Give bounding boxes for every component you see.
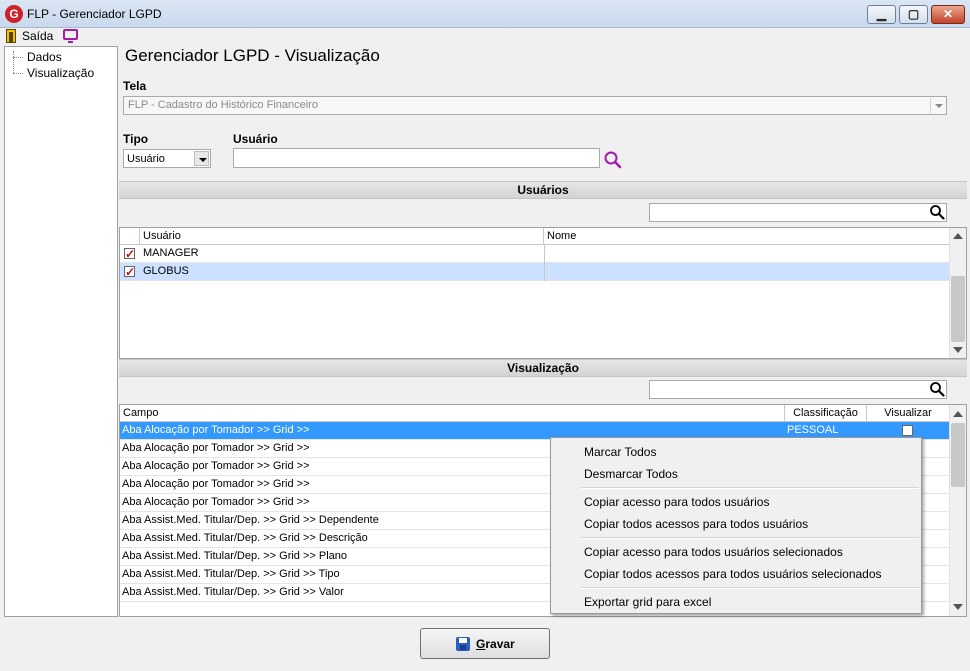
minimize-button[interactable]: ▁	[867, 5, 896, 24]
scroll-down-icon[interactable]	[953, 347, 963, 353]
tipo-select-value: Usuário	[127, 153, 165, 165]
menu-item-copiar-acesso-todos[interactable]: Copiar acesso para todos usuários	[584, 495, 769, 509]
column-header-usuario[interactable]: Usuário	[140, 228, 544, 245]
tipo-select[interactable]: Usuário	[123, 149, 211, 168]
maximize-button[interactable]: ▢	[899, 5, 928, 24]
navigation-tree: Dados Visualização	[4, 46, 118, 617]
cell-campo: Aba Assist.Med. Titular/Dep. >> Grid >> …	[122, 586, 344, 598]
usuario-input[interactable]	[233, 148, 600, 168]
search-icon[interactable]	[603, 150, 623, 170]
visualizar-checkbox[interactable]	[902, 425, 913, 436]
column-header-campo[interactable]: Campo	[120, 405, 785, 422]
tree-connector	[13, 57, 23, 58]
visualizacao-filter-input[interactable]	[649, 380, 947, 399]
grid-header-check	[120, 228, 140, 245]
menu-item-copiar-todos-acessos-selecionados[interactable]: Copiar todos acessos para todos usuários…	[584, 567, 882, 581]
cell-campo: Aba Alocação por Tomador >> Grid >>	[122, 478, 310, 490]
menu-separator	[581, 587, 919, 589]
cell-campo: Aba Assist.Med. Titular/Dep. >> Grid >> …	[122, 514, 379, 526]
cell-campo: Aba Assist.Med. Titular/Dep. >> Grid >> …	[122, 568, 340, 580]
cell-campo: Aba Assist.Med. Titular/Dep. >> Grid >> …	[122, 532, 368, 544]
search-icon[interactable]	[929, 204, 945, 220]
tela-select-value: FLP - Cadastro do Histórico Financeiro	[128, 99, 318, 111]
title-bar: G FLP - Gerenciador LGPD ▁ ▢ ✕	[0, 0, 970, 28]
window-title: FLP - Gerenciador LGPD	[27, 7, 162, 21]
usuarios-scrollbar[interactable]	[949, 228, 966, 358]
cell-campo: Aba Alocação por Tomador >> Grid >>	[122, 496, 310, 508]
menu-item-marcar-todos[interactable]: Marcar Todos	[584, 445, 656, 459]
menu-separator	[581, 537, 919, 539]
row-checkbox[interactable]	[124, 264, 135, 281]
exit-door-icon[interactable]	[6, 29, 16, 43]
usuarios-filter-input[interactable]	[649, 203, 947, 222]
save-button-label: Gravar	[476, 637, 515, 651]
menu-item-desmarcar-todos[interactable]: Desmarcar Todos	[584, 467, 678, 481]
scroll-up-icon[interactable]	[953, 411, 963, 417]
menu-item-exportar-excel[interactable]: Exportar grid para excel	[584, 595, 711, 609]
menu-bar: Saída	[0, 28, 970, 44]
table-row[interactable]: GLOBUS	[120, 263, 950, 281]
tree-connector	[13, 51, 14, 73]
monitor-icon[interactable]	[63, 29, 78, 43]
column-header-classificacao[interactable]: Classificação	[785, 405, 867, 422]
cell-usuario: MANAGER	[143, 247, 199, 259]
scroll-down-icon[interactable]	[953, 604, 963, 610]
scroll-up-icon[interactable]	[953, 233, 963, 239]
usuarios-section-header: Usuários	[119, 181, 967, 199]
cell-campo: Aba Alocação por Tomador >> Grid >>	[122, 460, 310, 472]
visualizacao-scrollbar[interactable]	[949, 405, 966, 616]
save-button[interactable]: Gravar	[420, 628, 550, 659]
tree-connector	[13, 73, 23, 74]
cell-campo: Aba Alocação por Tomador >> Grid >>	[122, 442, 310, 454]
cell-campo: Aba Alocação por Tomador >> Grid >>	[122, 424, 310, 436]
column-header-nome[interactable]: Nome	[544, 228, 950, 245]
usuarios-grid: Usuário Nome MANAGER GLOBUS	[119, 227, 967, 359]
tela-label: Tela	[123, 79, 147, 93]
cell-usuario: GLOBUS	[143, 265, 189, 277]
cell-nome	[544, 245, 950, 263]
row-checkbox[interactable]	[124, 246, 135, 263]
page-title: Gerenciador LGPD - Visualização	[125, 46, 380, 65]
menu-separator	[581, 487, 919, 489]
tree-item-visualizacao[interactable]: Visualização	[27, 66, 94, 80]
scrollbar-thumb[interactable]	[951, 276, 965, 342]
tipo-label: Tipo	[123, 132, 149, 146]
column-header-visualizar[interactable]: Visualizar	[867, 405, 950, 422]
app-logo-icon: G	[5, 5, 23, 23]
menu-item-copiar-acesso-selecionados[interactable]: Copiar acesso para todos usuários seleci…	[584, 545, 843, 559]
floppy-disk-icon	[456, 637, 470, 651]
chevron-down-icon[interactable]	[930, 98, 945, 113]
close-button[interactable]: ✕	[931, 5, 965, 24]
scrollbar-thumb[interactable]	[951, 423, 965, 487]
tree-item-dados[interactable]: Dados	[27, 50, 62, 64]
cell-nome	[544, 263, 950, 281]
context-menu: Marcar Todos Desmarcar Todos Copiar aces…	[550, 437, 922, 614]
visualizacao-section-header: Visualização	[119, 359, 967, 377]
menu-exit[interactable]: Saída	[22, 29, 53, 43]
usuario-label: Usuário	[233, 132, 278, 146]
chevron-down-icon[interactable]	[194, 151, 209, 166]
search-icon[interactable]	[929, 381, 945, 397]
tela-select[interactable]: FLP - Cadastro do Histórico Financeiro	[123, 96, 947, 115]
menu-item-copiar-todos-acessos-todos[interactable]: Copiar todos acessos para todos usuários	[584, 517, 808, 531]
table-row[interactable]: MANAGER	[120, 245, 950, 263]
cell-campo: Aba Assist.Med. Titular/Dep. >> Grid >> …	[122, 550, 348, 562]
